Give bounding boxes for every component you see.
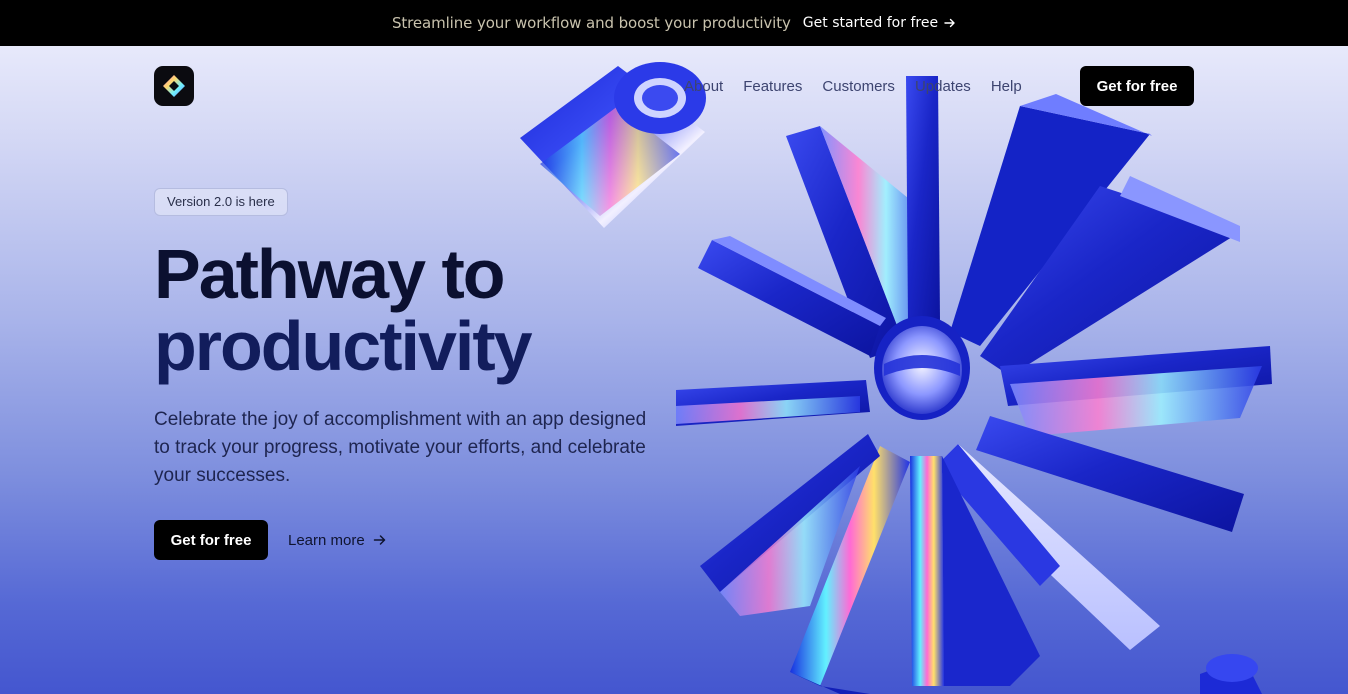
version-badge: Version 2.0 is here	[154, 188, 288, 216]
nav-link-customers[interactable]: Customers	[822, 78, 895, 95]
main-nav: About Features Customers Updates Help	[684, 76, 1022, 96]
hero-subtext: Celebrate the joy of accomplishment with…	[154, 409, 647, 486]
floating-cylinder-bottom	[1200, 654, 1262, 694]
arrow-right-icon	[944, 18, 955, 28]
hero-section: About Features Customers Updates Help Ge…	[0, 46, 1348, 694]
floating-cylinder-top	[520, 62, 706, 228]
nav-link-about[interactable]: About	[684, 78, 723, 95]
headline-line-2: productivity	[154, 307, 533, 385]
announcement-cta-link[interactable]: Get started for free	[803, 15, 956, 31]
learn-more-link[interactable]: Learn more	[288, 530, 387, 550]
announcement-cta-label: Get started for free	[802, 15, 939, 31]
nav-link-updates[interactable]: Updates	[915, 78, 971, 95]
announcement-bar: Streamline your workflow and boost your …	[0, 0, 1348, 46]
hero-get-for-free-button[interactable]: Get for free	[154, 520, 268, 560]
nav-link-help[interactable]: Help	[991, 78, 1022, 95]
hero-headline: Pathway to productivity	[154, 238, 714, 382]
announcement-text: Streamline your workflow and boost your …	[391, 14, 791, 32]
headline-line-1: Pathway to	[154, 235, 506, 313]
nav-get-for-free-button[interactable]: Get for free	[1080, 66, 1194, 106]
nav-link-features[interactable]: Features	[743, 78, 802, 95]
arrow-right-icon	[373, 535, 385, 545]
brand-logo[interactable]	[154, 66, 194, 106]
learn-more-label: Learn more	[288, 531, 365, 549]
diamond-logo-icon	[163, 75, 185, 97]
starburst-shape	[676, 76, 1272, 694]
